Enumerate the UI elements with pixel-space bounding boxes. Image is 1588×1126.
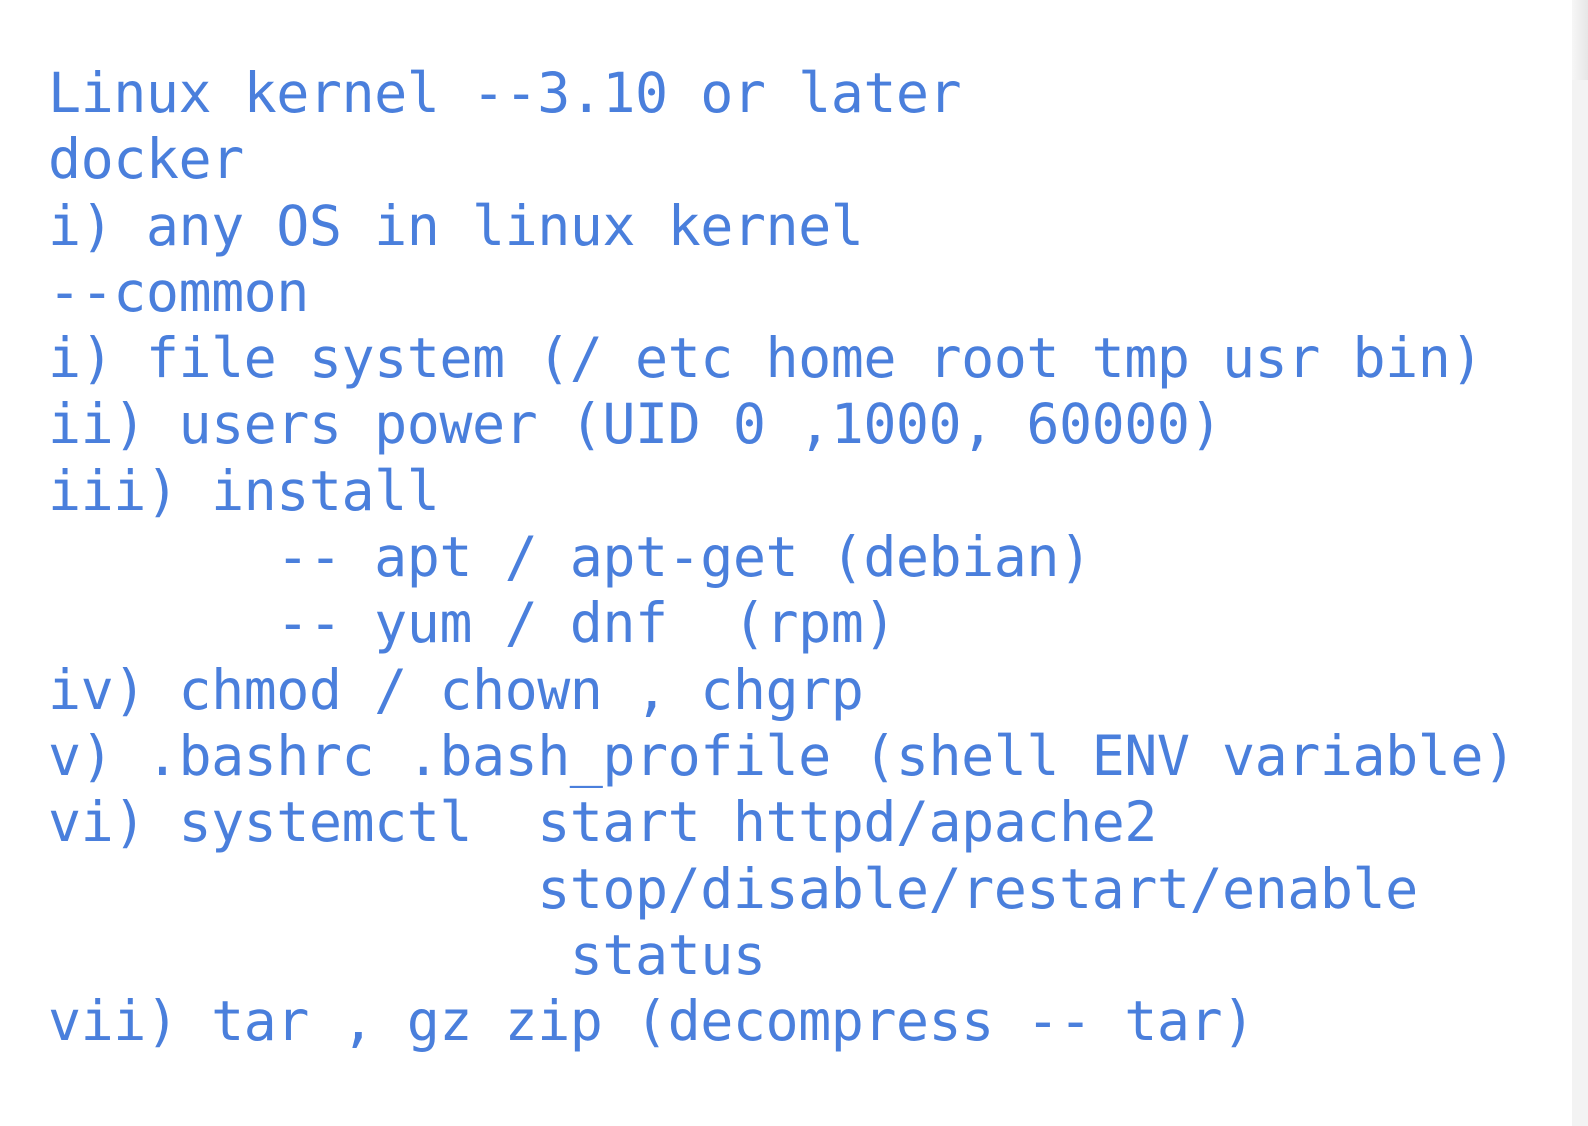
text-line: -- apt / apt-get (debian) [48,525,1092,590]
text-line: i) file system (/ etc home root tmp usr … [48,326,1483,391]
text-line: docker [48,127,244,192]
text-document: Linux kernel --3.10 or later docker i) a… [48,60,1548,1100]
text-line: iv) chmod / chown , chgrp [48,657,864,722]
text-line: -- yum / dnf (rpm) [48,591,896,656]
text-line: i) any OS in linux kernel [48,193,864,258]
text-line: status [48,922,766,987]
text-line: ii) users power (UID 0 ,1000, 60000) [48,392,1223,457]
vertical-scrollbar[interactable] [1572,0,1588,1126]
text-line: vii) tar , gz zip (decompress -- tar) [48,989,1255,1054]
text-line: Linux kernel --3.10 or later [48,61,962,125]
text-line: vi) systemctl start httpd/apache2 [48,790,1157,855]
text-line: stop/disable/restart/enable [48,856,1418,921]
scrollbar-thumb[interactable] [1572,0,1588,80]
text-line: --common [48,259,309,324]
text-line: v) .bashrc .bash_profile (shell ENV vari… [48,723,1516,788]
text-line: iii) install [48,458,440,523]
